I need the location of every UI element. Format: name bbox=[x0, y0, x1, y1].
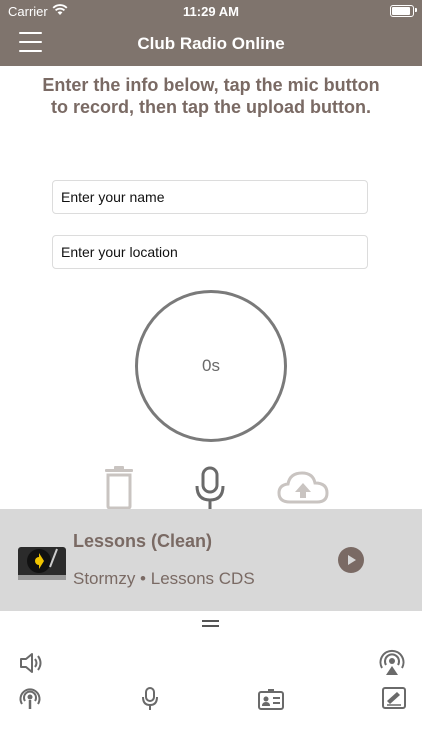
name-input[interactable] bbox=[52, 180, 368, 214]
track-artist-album: Stormzy • Lessons CDS bbox=[73, 569, 255, 588]
turntable-icon bbox=[18, 547, 66, 580]
page-title: Club Radio Online bbox=[137, 34, 285, 53]
speaker-icon[interactable] bbox=[19, 651, 45, 675]
player-drag-handle-bottom[interactable] bbox=[202, 620, 219, 628]
microphone-tab-icon[interactable] bbox=[141, 687, 159, 711]
now-playing-bar[interactable]: Lessons (Clean) Stormzy • Lessons CDS bbox=[0, 509, 422, 611]
instructions-text: Enter the info below, tap the mic button… bbox=[42, 75, 380, 117]
cloud-upload-icon[interactable] bbox=[276, 466, 330, 510]
podcast-icon[interactable] bbox=[18, 687, 42, 711]
signature-icon[interactable] bbox=[382, 687, 406, 709]
play-icon[interactable] bbox=[338, 547, 364, 573]
track-title: Lessons (Clean) bbox=[73, 531, 213, 551]
trash-icon[interactable] bbox=[102, 466, 136, 510]
microphone-icon[interactable] bbox=[193, 466, 227, 512]
status-bar: Carrier 11:29 AM bbox=[0, 0, 422, 22]
location-input[interactable] bbox=[52, 235, 368, 269]
record-timer: 0s bbox=[135, 290, 287, 442]
battery-tip bbox=[415, 8, 417, 12]
airplay-audio-icon[interactable] bbox=[378, 649, 406, 677]
timer-label: 0s bbox=[202, 356, 220, 375]
clock: 11:29 AM bbox=[183, 4, 239, 19]
navigation-bar: Carrier 11:29 AM Club Radio Online bbox=[0, 0, 422, 66]
contact-card-icon[interactable] bbox=[258, 688, 284, 710]
battery-icon bbox=[390, 5, 414, 17]
